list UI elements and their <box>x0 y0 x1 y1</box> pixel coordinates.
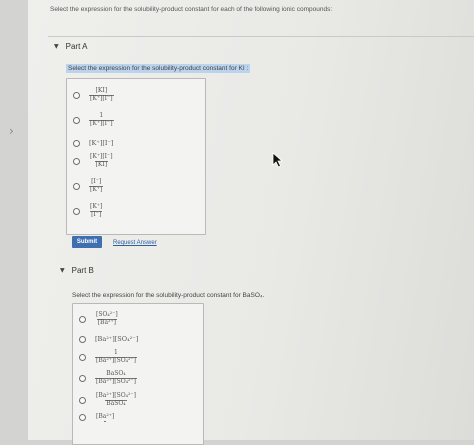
part-b-option-4[interactable]: BaSO₄ [Ba²⁺][SO₄²⁻] <box>79 370 137 385</box>
caret-down-icon: ▼ <box>54 43 59 50</box>
option-expression: BaSO₄ [Ba²⁺][SO₄²⁻] <box>95 370 137 385</box>
part-a-option-1[interactable]: [KI] [K⁺][I⁻] <box>73 87 114 102</box>
part-a-option-5[interactable]: [I⁻] [K⁺] <box>73 178 104 193</box>
radio-button[interactable] <box>73 91 80 99</box>
radio-button[interactable] <box>73 207 80 215</box>
option-expression: 1 [Ba²⁺][SO₄²⁻] <box>95 349 137 364</box>
radio-button[interactable] <box>79 335 86 343</box>
part-b-option-3[interactable]: 1 [Ba²⁺][SO₄²⁻] <box>79 349 137 364</box>
radio-button[interactable] <box>79 374 86 382</box>
mouse-pointer-icon <box>272 152 284 168</box>
radio-button[interactable] <box>79 315 86 323</box>
part-a-option-4[interactable]: [K⁺][I⁻] [KI] <box>73 153 114 168</box>
radio-button[interactable] <box>79 396 86 404</box>
question-text: Select the expression for the solubility… <box>50 6 333 13</box>
option-expression: 1 [K⁺][I⁻] <box>89 112 114 127</box>
option-expression: [Ba²⁺][SO₄²⁻] <box>95 335 139 343</box>
part-a-prompt: Select the expression for the solubility… <box>66 64 251 73</box>
part-b-title: Part B <box>71 266 94 275</box>
option-expression: [KI] [K⁺][I⁻] <box>89 87 114 102</box>
part-a-title: Part A <box>65 42 88 51</box>
part-a-option-3[interactable]: [K⁺][I⁻] <box>73 139 113 147</box>
radio-button[interactable] <box>73 116 80 124</box>
radio-button[interactable] <box>73 157 80 165</box>
option-expression: [Ba²⁺] <box>96 413 115 422</box>
part-b-option-5[interactable]: [Ba²⁺][SO₄²⁻] BaSO₄ <box>79 392 137 407</box>
option-expression: [I⁻] [K⁺] <box>89 178 104 193</box>
option-expression: [K⁺][I⁻] [KI] <box>90 153 113 168</box>
radio-button[interactable] <box>79 353 86 361</box>
radio-button[interactable] <box>73 139 80 147</box>
submit-button[interactable]: Submit <box>72 236 102 248</box>
part-a-answer-box: [KI] [K⁺][I⁻] 1 [K⁺][I⁻] [K⁺][I⁻] [K⁺][I… <box>66 78 206 235</box>
part-b-prompt: Select the expression for the solubility… <box>72 292 265 299</box>
option-expression: [Ba²⁺][SO₄²⁻] BaSO₄ <box>96 392 136 407</box>
part-b-option-6[interactable]: [Ba²⁺] <box>79 413 115 422</box>
part-b-option-2[interactable]: [Ba²⁺][SO₄²⁻] <box>79 335 138 343</box>
option-expression: [K⁺][I⁻] <box>89 139 114 147</box>
part-a-header[interactable]: ▼ Part A <box>54 42 87 51</box>
divider <box>48 36 474 37</box>
radio-button[interactable] <box>73 182 80 190</box>
previous-chevron-icon[interactable]: › <box>9 124 14 138</box>
caret-down-icon: ▼ <box>60 267 65 274</box>
option-expression: [K⁺] [I⁻] <box>90 203 103 218</box>
request-answer-link[interactable]: Request Answer <box>113 240 157 246</box>
part-a-option-6[interactable]: [K⁺] [I⁻] <box>73 203 103 218</box>
option-expression: [SO₄²⁻] [Ba²⁺] <box>96 311 118 326</box>
part-b-option-1[interactable]: [SO₄²⁻] [Ba²⁺] <box>79 311 119 326</box>
part-b-answer-box: [SO₄²⁻] [Ba²⁺] [Ba²⁺][SO₄²⁻] 1 [Ba²⁺][SO… <box>72 303 204 445</box>
radio-button[interactable] <box>79 414 86 422</box>
part-a-option-2[interactable]: 1 [K⁺][I⁻] <box>73 112 114 127</box>
part-b-header[interactable]: ▼ Part B <box>60 266 94 275</box>
